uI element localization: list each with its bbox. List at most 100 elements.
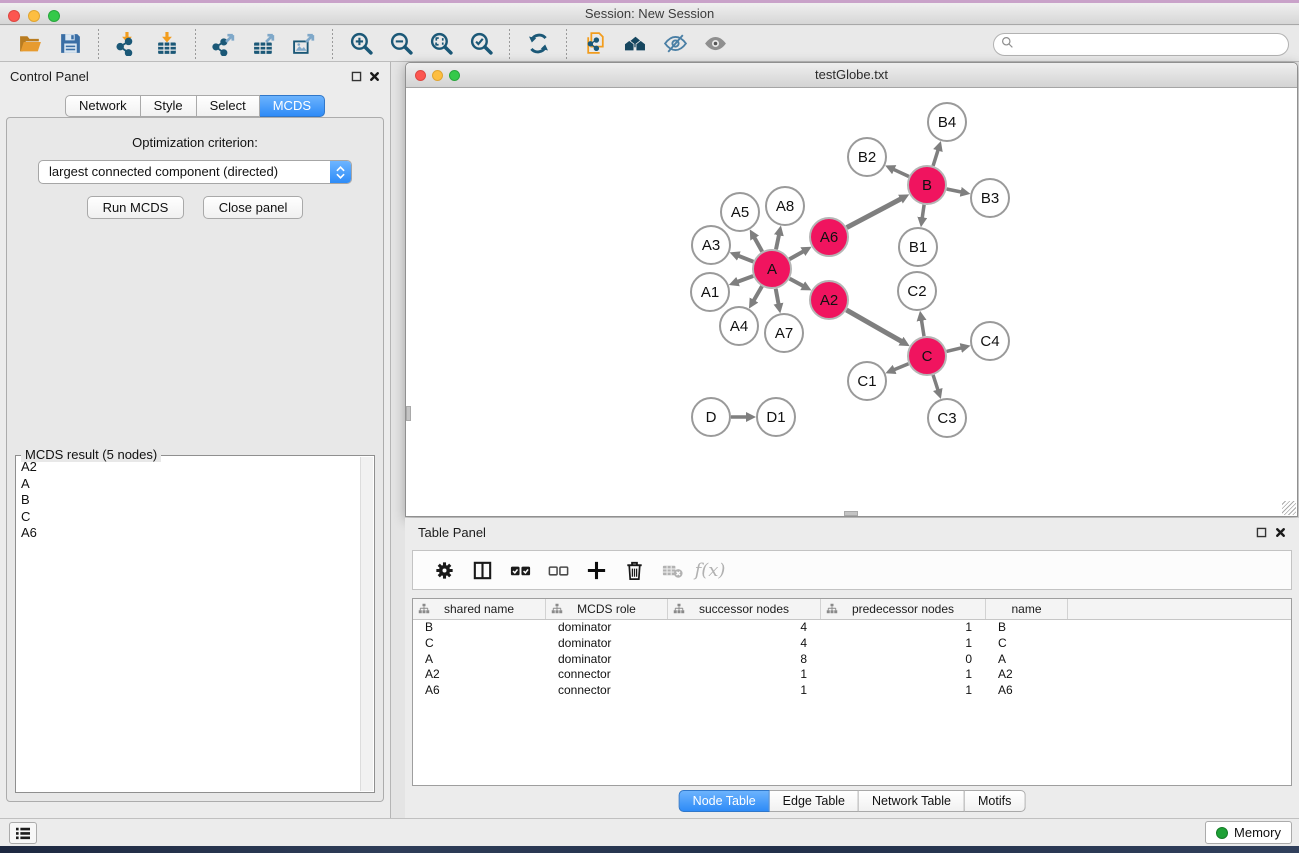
- table-row[interactable]: Adominator80A: [413, 652, 1291, 668]
- tab-network-table[interactable]: Network Table: [859, 790, 965, 812]
- network-window-titlebar[interactable]: testGlobe.txt: [406, 63, 1297, 88]
- graph-node-C3[interactable]: C3: [928, 399, 966, 437]
- search-input[interactable]: [1014, 35, 1288, 54]
- window-close-button[interactable]: [8, 10, 20, 22]
- graph-node-B1[interactable]: B1: [899, 228, 937, 266]
- graph-node-B2[interactable]: B2: [848, 138, 886, 176]
- column-selector-icon[interactable]: [467, 555, 497, 585]
- graph-edge-C-C2[interactable]: [921, 318, 924, 337]
- column-header-predecessor-nodes[interactable]: predecessor nodes: [821, 599, 986, 619]
- graph-node-C1[interactable]: C1: [848, 362, 886, 400]
- mcds-result-item[interactable]: A: [18, 476, 359, 493]
- hide-eye-icon[interactable]: [660, 29, 690, 59]
- window-resize-grip[interactable]: [1282, 501, 1296, 515]
- network-canvas[interactable]: AA2A6BCA1A3A4A5A7A8B1B2B3B4C1C2C3C4DD1: [406, 88, 1297, 516]
- table-cell[interactable]: 4: [668, 636, 821, 652]
- graph-edge-B-B3[interactable]: [947, 189, 964, 193]
- table-row[interactable]: A6connector11A6: [413, 683, 1291, 699]
- table-cell[interactable]: B: [986, 620, 1068, 636]
- graph-node-A8[interactable]: A8: [766, 187, 804, 225]
- table-cell[interactable]: dominator: [546, 652, 668, 668]
- table-row[interactable]: Bdominator41B: [413, 620, 1291, 636]
- mcds-result-scrollbar[interactable]: [360, 457, 373, 791]
- tab-edge-table[interactable]: Edge Table: [770, 790, 859, 812]
- graph-edge-A2-C[interactable]: [846, 310, 903, 343]
- optimization-criterion-select[interactable]: largest connected component (directed): [38, 160, 352, 184]
- export-image-icon[interactable]: [289, 29, 319, 59]
- table-cell[interactable]: B: [413, 620, 546, 636]
- show-eye-icon[interactable]: [700, 29, 730, 59]
- graph-node-A5[interactable]: A5: [721, 193, 759, 231]
- table-cell[interactable]: 1: [668, 683, 821, 699]
- table-cell[interactable]: dominator: [546, 636, 668, 652]
- graph-edge-A-A2[interactable]: [790, 279, 806, 288]
- graph-node-A6[interactable]: A6: [810, 218, 848, 256]
- graph-edge-C-C3[interactable]: [933, 375, 939, 392]
- graph-edge-A-A3[interactable]: [736, 255, 753, 262]
- home-icon[interactable]: [620, 29, 650, 59]
- float-panel-icon[interactable]: [349, 69, 364, 84]
- table-cell[interactable]: 4: [668, 620, 821, 636]
- search-box[interactable]: [993, 33, 1289, 56]
- tab-select[interactable]: Select: [197, 95, 260, 117]
- graph-edge-A-A6[interactable]: [789, 250, 805, 259]
- table-float-panel-icon[interactable]: [1254, 525, 1269, 540]
- table-cell[interactable]: 1: [668, 667, 821, 683]
- refresh-icon[interactable]: [523, 29, 553, 59]
- graph-node-A3[interactable]: A3: [692, 226, 730, 264]
- table-cell[interactable]: 1: [821, 667, 986, 683]
- graph-node-D1[interactable]: D1: [757, 398, 795, 436]
- table-cell[interactable]: 1: [821, 620, 986, 636]
- save-icon[interactable]: [55, 29, 85, 59]
- graph-node-A4[interactable]: A4: [720, 307, 758, 345]
- import-table-icon[interactable]: [152, 29, 182, 59]
- table-row[interactable]: Cdominator41C: [413, 636, 1291, 652]
- graph-edge-C-C1[interactable]: [892, 364, 909, 371]
- table-cell[interactable]: dominator: [546, 620, 668, 636]
- zoom-in-icon[interactable]: [346, 29, 376, 59]
- table-cell[interactable]: C: [413, 636, 546, 652]
- mcds-result-item[interactable]: B: [18, 492, 359, 509]
- table-cell[interactable]: A: [986, 652, 1068, 668]
- zoom-fit-icon[interactable]: [426, 29, 456, 59]
- tab-node-table[interactable]: Node Table: [679, 790, 770, 812]
- table-cell[interactable]: connector: [546, 683, 668, 699]
- table-close-panel-icon[interactable]: [1273, 525, 1288, 540]
- graph-edge-B-B1[interactable]: [922, 205, 924, 221]
- graph-node-A1[interactable]: A1: [691, 273, 729, 311]
- graph-node-D[interactable]: D: [692, 398, 730, 436]
- graph-node-B4[interactable]: B4: [928, 103, 966, 141]
- column-header-MCDS-role[interactable]: MCDS role: [546, 599, 668, 619]
- mcds-result-item[interactable]: A2: [18, 459, 359, 476]
- gear-icon[interactable]: [429, 555, 459, 585]
- table-cell[interactable]: A2: [986, 667, 1068, 683]
- zoom-out-icon[interactable]: [386, 29, 416, 59]
- window-minimize-button[interactable]: [28, 10, 40, 22]
- delete-columns-icon[interactable]: [619, 555, 649, 585]
- network-window-zoom-button[interactable]: [449, 70, 460, 81]
- table-cell[interactable]: A: [413, 652, 546, 668]
- graph-node-C4[interactable]: C4: [971, 322, 1009, 360]
- graph-node-B[interactable]: B: [908, 166, 946, 204]
- memory-button[interactable]: Memory: [1205, 821, 1292, 844]
- tab-motifs[interactable]: Motifs: [965, 790, 1025, 812]
- graph-edge-A-A8[interactable]: [776, 232, 780, 249]
- run-mcds-button[interactable]: Run MCDS: [87, 196, 185, 219]
- unselect-all-checkboxes-icon[interactable]: [543, 555, 573, 585]
- graph-edge-A-A7[interactable]: [776, 289, 779, 307]
- graph-node-C2[interactable]: C2: [898, 272, 936, 310]
- network-window-close-button[interactable]: [415, 70, 426, 81]
- column-header-name[interactable]: name: [986, 599, 1068, 619]
- graph-edge-C-C4[interactable]: [947, 347, 964, 351]
- graph-node-A2[interactable]: A2: [810, 281, 848, 319]
- graph-edge-B-B2[interactable]: [892, 168, 909, 176]
- create-column-icon[interactable]: [581, 555, 611, 585]
- table-row[interactable]: A2connector11A2: [413, 667, 1291, 683]
- graph-node-C[interactable]: C: [908, 337, 946, 375]
- table-cell[interactable]: A6: [413, 683, 546, 699]
- select-all-checkboxes-icon[interactable]: [505, 555, 535, 585]
- tab-mcds[interactable]: MCDS: [260, 95, 325, 117]
- column-header-shared-name[interactable]: shared name: [413, 599, 546, 619]
- graph-edge-B-B4[interactable]: [933, 148, 939, 166]
- mcds-result-item[interactable]: C: [18, 509, 359, 526]
